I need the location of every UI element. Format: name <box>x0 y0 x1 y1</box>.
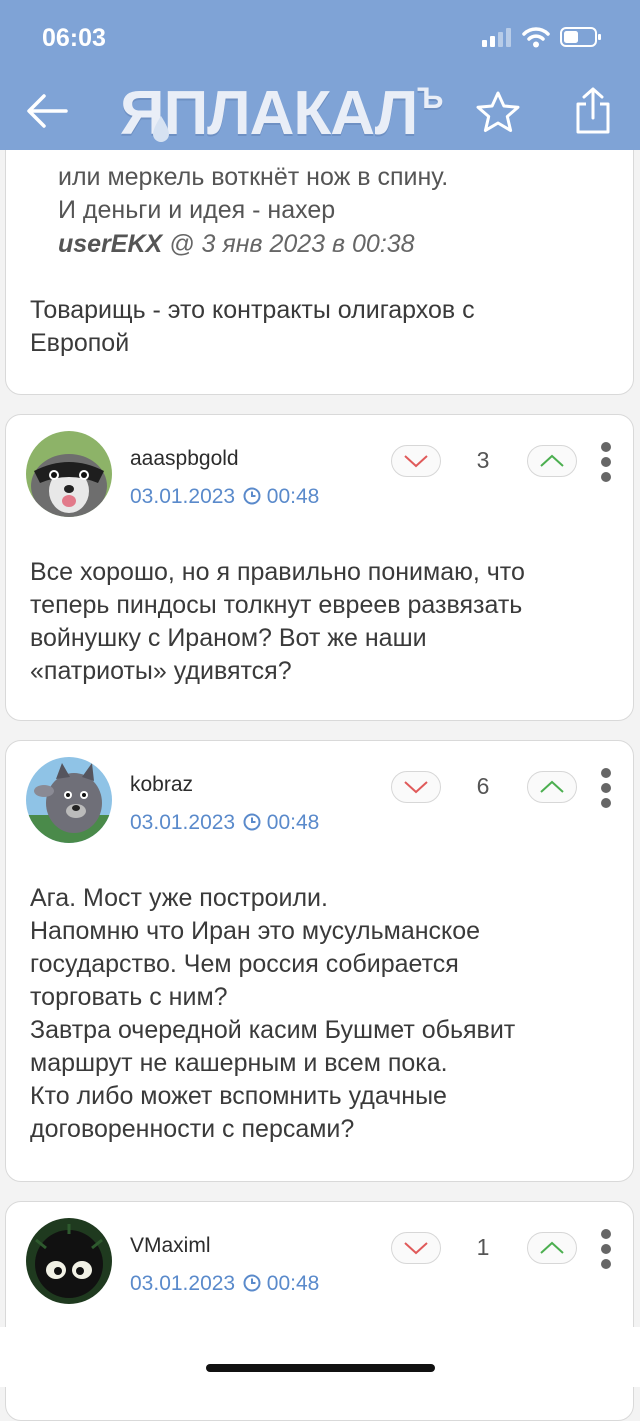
comment-card: aaaspbgold 03.01.2023 00:48 3 Все хорошо… <box>5 414 634 721</box>
comment-date: 03.01.2023 00:48 <box>130 1272 319 1296</box>
logo-sup: Ъ <box>417 82 443 115</box>
comment-card: kobraz 03.01.2023 00:48 6 Ага. Мост уже … <box>5 740 634 1182</box>
raccoon-avatar-image <box>26 431 112 517</box>
time-text: 00:48 <box>266 1272 320 1295</box>
avatar[interactable] <box>26 431 112 517</box>
time-text: 00:48 <box>266 811 320 834</box>
quote-attribution: userEKX @ 3 янв 2023 в 00:38 <box>58 230 415 259</box>
text-line: «патриоты» удивятся? <box>30 657 292 685</box>
bottom-area <box>0 1327 640 1387</box>
quote-meta: @ 3 янв 2023 в 00:38 <box>169 230 415 258</box>
clock-icon <box>243 1274 261 1292</box>
comment-card: VMaximl 03.01.2023 00:48 1 <box>5 1201 634 1421</box>
vote-score: 6 <box>476 773 490 799</box>
status-icons <box>482 26 602 48</box>
text-line: торговать с ним? <box>30 983 228 1011</box>
username[interactable]: VMaximl <box>130 1234 211 1258</box>
text-line: Напомню что Иран это мусульманское <box>30 917 481 945</box>
star-icon[interactable] <box>474 89 522 137</box>
avatar[interactable] <box>26 1218 112 1304</box>
more-options-icon[interactable] <box>600 1228 612 1270</box>
chevron-up-icon <box>540 780 564 793</box>
quote-line: И деньги и идея - нахер <box>58 196 336 224</box>
comment-date: 03.01.2023 00:48 <box>130 811 319 835</box>
chevron-down-icon <box>404 781 428 794</box>
chevron-up-icon <box>540 1241 564 1254</box>
more-options-icon[interactable] <box>600 767 612 809</box>
text-line: теперь пиндосы толкнут евреев развязать <box>30 591 523 619</box>
text-line: Ага. Мост уже построили. <box>30 884 328 912</box>
teardrop-icon <box>153 116 169 142</box>
chevron-up-icon <box>540 454 564 467</box>
time-text: 00:48 <box>266 485 320 508</box>
text-line: Товарищь - это контракты олигархов с <box>30 296 475 324</box>
back-arrow-icon[interactable] <box>24 88 70 134</box>
text-line: Все хорошо, но я правильно понимаю, что <box>30 558 525 586</box>
text-line: Завтра очередной касим Бушмет обьявит <box>30 1016 516 1044</box>
date-text: 03.01.2023 <box>130 485 236 508</box>
downvote-button[interactable] <box>391 445 441 477</box>
comment-text: Ага. Мост уже построили. Напомню что Ира… <box>30 882 609 1146</box>
text-line: Кто либо может вспомнить удачные <box>30 1082 447 1110</box>
home-indicator[interactable] <box>206 1364 435 1372</box>
status-time: 06:03 <box>42 24 106 52</box>
cellular-signal-icon <box>482 28 511 47</box>
username[interactable]: aaaspbgold <box>130 447 239 471</box>
downvote-button[interactable] <box>391 1232 441 1264</box>
share-icon[interactable] <box>570 86 616 136</box>
comment-date: 03.01.2023 00:48 <box>130 485 319 509</box>
comment-text: Все хорошо, но я правильно понимаю, что … <box>30 556 609 688</box>
vote-score: 1 <box>476 1234 490 1260</box>
chevron-down-icon <box>404 455 428 468</box>
chevron-down-icon <box>404 1242 428 1255</box>
quote-line: или меркель воткнёт нож в спину. <box>58 163 449 191</box>
downvote-button[interactable] <box>391 771 441 803</box>
app-header: 06:03 ЯПЛАКАЛЪ <box>0 0 640 150</box>
wolf-avatar-image <box>26 757 112 843</box>
battery-icon <box>560 27 601 47</box>
furball-avatar-image <box>26 1218 112 1304</box>
wifi-icon <box>522 27 550 48</box>
upvote-button[interactable] <box>527 771 577 803</box>
clock-icon <box>243 487 261 505</box>
date-text: 03.01.2023 <box>130 811 236 834</box>
clock-icon <box>243 813 261 831</box>
more-options-icon[interactable] <box>600 441 612 483</box>
comment-text: Товарищь - это контракты олигархов с Евр… <box>30 294 609 360</box>
text-line: Европой <box>30 329 130 357</box>
upvote-button[interactable] <box>527 1232 577 1264</box>
text-line: войнушку с Ираном? Вот же наши <box>30 624 427 652</box>
text-line: государство. Чем россия собирается <box>30 950 459 978</box>
username[interactable]: kobraz <box>130 773 193 797</box>
text-line: маршрут не кашерным и всем пока. <box>30 1049 448 1077</box>
text-line: договоренности с персами? <box>30 1115 355 1143</box>
date-text: 03.01.2023 <box>130 1272 236 1295</box>
avatar[interactable] <box>26 757 112 843</box>
upvote-button[interactable] <box>527 445 577 477</box>
vote-score: 3 <box>476 447 490 473</box>
quote-author[interactable]: userEKX <box>58 230 162 258</box>
